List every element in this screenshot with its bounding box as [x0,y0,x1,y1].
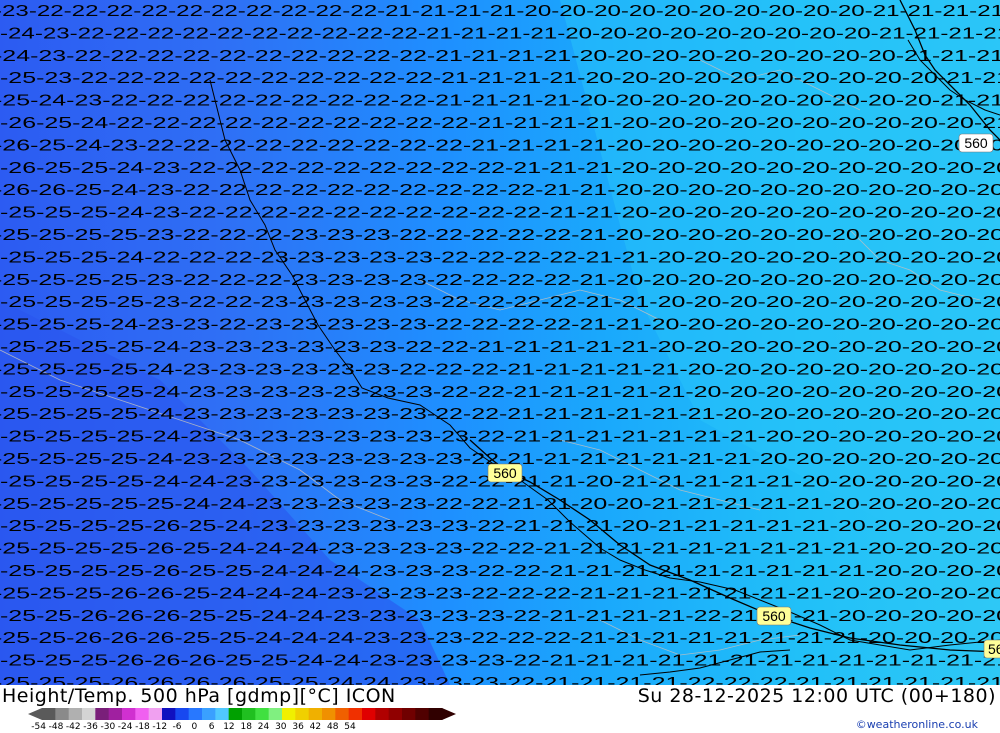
map-canvas: -23-22-22-22-22-22-22-22-22-22-22-21-21-… [0,0,1000,685]
map-footer: Height/Temp. 500 hPa [gdmp][°C] ICON Su … [0,685,1000,733]
temperature-row: -25-25-25-25-26-25-24-24-24-23-23-23-23-… [0,541,1000,558]
scale-label: -24 [117,722,133,732]
scale-swatch [308,708,323,720]
scale-swatch [68,708,83,720]
scale-swatch [175,708,190,720]
temperature-row: -25-25-25-25-24-23-23-23-23-23-23-22-22-… [0,361,1000,378]
scale-swatch [402,708,416,720]
color-scale-labels: -54 -48 -42 -36 -30 -24 -18 -12 -6 0 6 12 18 24 30 36 42… [30,722,359,732]
scale-label: -48 [48,722,64,732]
temperature-row: -25-25-25-25-23-22-22-22-23-23-23-23-22-… [0,272,1000,289]
contour-label-560-b: 560 [756,606,792,626]
contour-label-560-a: 560 [487,463,523,483]
temperature-row: -26-26-25-24-23-22-22-22-22-22-22-22-22-… [0,182,1000,199]
temperature-row: -25-25-25-25-26-25-25-24-24-24-23-23-23-… [0,563,1000,580]
scale-swatch [415,708,430,720]
scale-label: 48 [326,722,339,732]
temperature-row: -26-25-24-22-22-22-22-22-22-22-22-22-22-… [0,115,1000,132]
scale-swatch [348,708,363,720]
contour-label-text-partial: 56 [988,641,1000,657]
scale-label: 42 [309,722,322,732]
scale-swatch [42,708,56,720]
scale-swatch [428,708,443,720]
temperature-row: -25-25-25-25-24-23-23-23-23-23-23-22-22-… [0,339,1000,356]
scale-swatch [375,708,390,720]
scale-label: 0 [191,722,198,732]
scale-swatch [335,708,350,720]
temperature-row: -25-25-25-26-26-25-24-24-24-23-23-23-23-… [0,585,1000,602]
scale-label: -18 [135,722,150,732]
scale-label: 54 [344,722,356,732]
temperature-row: -25-25-25-25-25-24-24-23-23-23-23-23-22-… [0,496,1000,513]
temperature-row: -25-25-25-25-26-25-24-23-23-23-23-23-23-… [0,518,1000,535]
temperature-row: -25-25-25-25-24-23-23-23-23-23-23-23-23-… [0,429,1000,446]
scale-label: 6 [208,722,215,732]
contour-label-text: 560 [493,465,517,481]
temperature-row: -25-25-25-25-24-23-23-23-23-23-23-23-22-… [0,384,1000,401]
scale-label: -6 [172,722,182,732]
temperature-row: -25-25-25-25-24-23-23-23-23-23-23-23-22-… [0,406,1000,423]
temperature-row: -25-25-26-26-26-25-25-24-24-23-23-23-23-… [0,608,1000,625]
temperature-row: -25-25-25-25-23-22-22-23-23-23-23-23-22-… [0,294,1000,311]
contour-label-560-c: 560 [958,133,994,153]
map-title: Height/Temp. 500 hPa [gdmp][°C] ICON [2,685,396,707]
scale-label: -36 [83,722,98,732]
scale-swatch [202,708,216,720]
temperature-row: -23-22-22-22-22-22-22-22-22-22-22-21-21-… [0,3,1000,20]
scale-label: 36 [292,722,304,732]
scale-swatch [95,708,110,720]
color-scale-bar [28,708,456,720]
temperature-row: -26-25-24-23-22-22-22-22-22-22-22-22-22-… [0,137,1000,154]
scale-swatch [108,708,123,720]
scale-swatch [55,708,70,720]
temperature-row: -26-25-25-24-23-22-22-22-22-22-22-22-22-… [0,160,1000,177]
credit-link[interactable]: ©weatheronline.co.uk [856,718,978,731]
scale-swatch [242,708,256,720]
scale-swatch [148,708,163,720]
scale-label: 24 [257,722,270,732]
scale-label: 18 [240,722,252,732]
scale-swatch [215,708,230,720]
temperature-row: -25-25-25-24-23-23-22-23-23-23-23-23-22-… [0,317,1000,334]
scale-arrow-right [442,708,456,720]
scale-swatch [388,708,403,720]
temperature-row: -25-25-26-26-26-25-25-24-24-24-23-23-23-… [0,630,1000,647]
scale-swatch [122,708,136,720]
scale-swatch [282,708,296,720]
temperature-row: -25-25-25-24-22-22-22-23-23-23-23-23-22-… [0,249,1000,266]
scale-label: 30 [275,722,287,732]
temperature-row: -25-25-25-26-26-26-26-25-25-24-24-23-23-… [0,675,1000,685]
temperature-row: -25-25-25-26-26-26-25-25-24-24-23-23-23-… [0,653,1000,670]
scale-label: -12 [152,722,168,732]
scale-swatch [268,708,283,720]
temperature-row: -25-23-22-22-22-22-22-22-22-22-22-22-21-… [0,70,1000,87]
weather-map: -23-22-22-22-22-22-22-22-22-22-22-21-21-… [0,0,1000,685]
scale-label: 12 [223,722,235,732]
scale-swatch [188,708,203,720]
scale-swatch [362,708,376,720]
scale-swatch [228,708,243,720]
temperature-row: -25-25-25-24-23-22-22-22-22-22-22-22-22-… [0,205,1000,222]
scale-swatch [135,708,150,720]
scale-swatch [322,708,336,720]
scale-swatch [162,708,176,720]
scale-arrow-left [28,708,42,720]
scale-swatch [82,708,96,720]
scale-label: -30 [100,722,116,732]
contour-label-text: 560 [964,135,988,151]
temperature-row: -24-23-22-22-22-22-22-22-22-22-22-22-21-… [0,48,1000,65]
scale-label: -42 [65,722,81,732]
contour-label-560-d: 56 [983,639,1000,659]
temperature-row: -25-24-23-22-22-22-22-22-22-22-22-22-21-… [0,93,1000,110]
scale-label: -54 [31,722,46,732]
contour-label-text: 560 [762,608,786,624]
scale-swatch [295,708,310,720]
temperature-row: -25-25-25-25-23-22-22-22-23-23-23-22-22-… [0,227,1000,244]
map-datetime: Su 28-12-2025 12:00 UTC (00+180) [637,685,996,707]
scale-swatch [255,708,270,720]
temperature-row: -24-23-22-22-22-22-22-22-22-22-22-22-21-… [0,25,1000,42]
